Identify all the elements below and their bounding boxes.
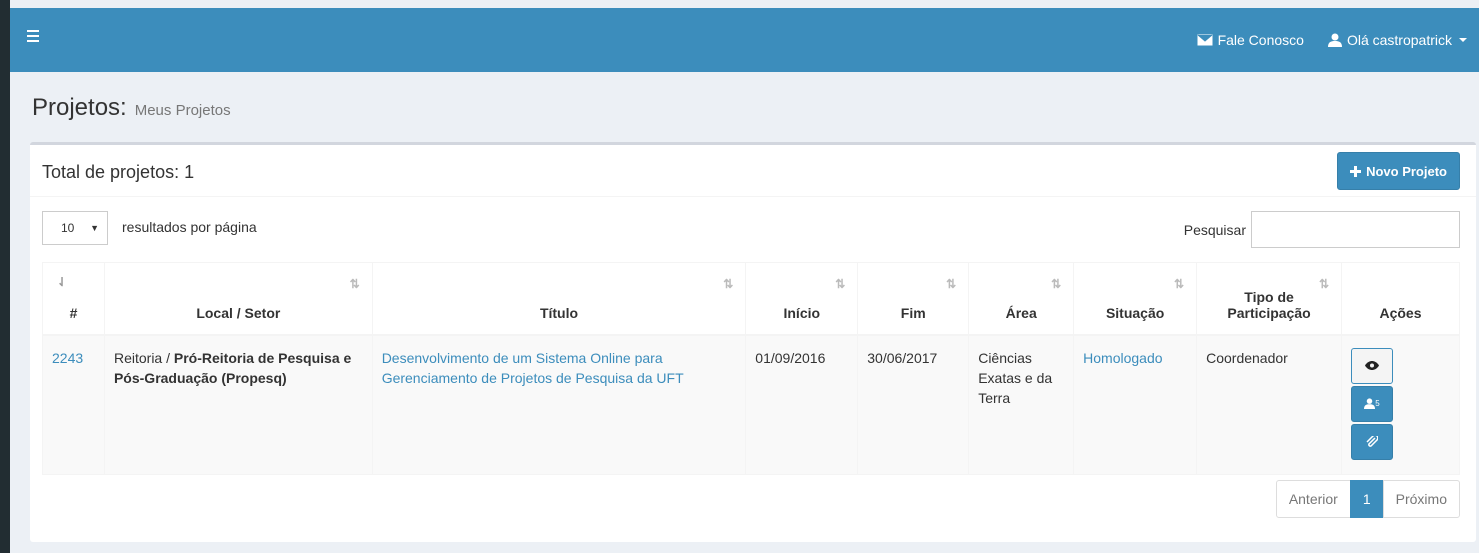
top-navbar: Fale Conosco Olá castropatrick	[10, 8, 1479, 72]
contact-link[interactable]: Fale Conosco	[1185, 32, 1316, 48]
col-header-titulo[interactable]: ⇅ Título	[371, 262, 747, 336]
cell-local: Reitoria / Pró-Reitoria de Pesquisa e Pó…	[103, 334, 373, 475]
sort-icon: ⇅	[349, 277, 360, 291]
view-button[interactable]	[1351, 347, 1394, 384]
pagination-next[interactable]: Próximo	[1382, 480, 1460, 518]
user-icon	[1327, 33, 1342, 47]
sort-icon: ⇅	[1051, 277, 1062, 291]
col-header-area[interactable]: ⇅ Área	[968, 262, 1075, 336]
sort-icon: ⇅	[1318, 277, 1330, 291]
search-label: Pesquisar	[1183, 222, 1246, 238]
col-header-local[interactable]: ⇅ Local / Setor	[103, 262, 373, 336]
table-row: 2243 Reitoria / Pró-Reitoria de Pesquisa…	[42, 334, 1460, 475]
cell-area: Ciências Exatas e da Terra	[968, 334, 1075, 475]
contact-label: Fale Conosco	[1217, 32, 1304, 48]
col-header-inicio[interactable]: ⇅ Início	[745, 262, 859, 336]
page-length-label: resultados por página	[122, 219, 257, 235]
cell-acoes: 5	[1341, 334, 1460, 475]
cell-inicio: 01/09/2016	[745, 334, 859, 475]
sort-desc-icon: ⇃	[57, 275, 68, 289]
eye-icon	[1365, 361, 1380, 370]
col-header-id[interactable]: ⇃ #	[42, 262, 105, 336]
user-icon	[1364, 398, 1376, 409]
page-subtitle: Meus Projetos	[134, 102, 231, 119]
sort-icon: ⇅	[723, 277, 734, 291]
project-id-link[interactable]: 2243	[52, 350, 83, 366]
menu-toggle-icon[interactable]	[27, 30, 41, 44]
status-link[interactable]: Homologado	[1083, 350, 1162, 366]
search-input[interactable]	[1251, 211, 1460, 248]
pagination-page-1[interactable]: 1	[1349, 480, 1384, 518]
cell-fim: 30/06/2017	[857, 334, 970, 475]
new-project-button[interactable]: Novo Projeto	[1337, 152, 1460, 190]
paperclip-icon	[1366, 435, 1379, 447]
page-length-value: 10	[61, 221, 75, 235]
cell-situacao: Homologado	[1073, 334, 1198, 475]
projects-box: Total de projetos: 1 Novo Projeto 10 ▼ r…	[30, 142, 1476, 542]
page-length-select[interactable]: 10 ▼	[42, 211, 108, 245]
project-title-link[interactable]: Desenvolvimento de um Sistema Online par…	[382, 350, 684, 386]
pagination-prev[interactable]: Anterior	[1275, 480, 1351, 518]
new-project-label: Novo Projeto	[1366, 163, 1447, 179]
box-header: Total de projetos: 1 Novo Projeto	[30, 145, 1476, 197]
user-menu[interactable]: Olá castropatrick	[1316, 32, 1479, 48]
dropdown-arrow-icon: ▼	[90, 223, 99, 233]
col-header-acoes: Ações	[1341, 262, 1460, 336]
table-header-row: ⇃ # ⇅ Local / Setor ⇅ Título ⇅ Início ⇅ Fim ⇅…	[42, 262, 1460, 336]
col-header-tipo[interactable]: ⇅ Tipo de Participação	[1196, 262, 1343, 336]
attachments-button[interactable]	[1351, 423, 1394, 460]
sort-icon: ⇅	[1174, 277, 1185, 291]
sidebar-edge	[0, 0, 10, 553]
projects-table: ⇃ # ⇅ Local / Setor ⇅ Título ⇅ Início ⇅ Fim ⇅…	[42, 262, 1460, 475]
plus-icon	[1350, 165, 1362, 177]
col-header-fim[interactable]: ⇅ Fim	[857, 262, 970, 336]
members-count: 5	[1375, 398, 1380, 408]
user-label: Olá castropatrick	[1346, 32, 1452, 48]
members-button[interactable]: 5	[1351, 385, 1394, 422]
cell-id: 2243	[42, 334, 105, 475]
envelope-icon	[1196, 34, 1213, 46]
chevron-down-icon	[1459, 38, 1467, 42]
sort-icon: ⇅	[946, 277, 957, 291]
page-header: Projetos: Meus Projetos	[32, 94, 231, 122]
sort-icon: ⇅	[835, 277, 846, 291]
total-projects-title: Total de projetos: 1	[42, 162, 195, 182]
col-header-situacao[interactable]: ⇅ Situação	[1073, 262, 1198, 336]
cell-tipo: Coordenador	[1196, 334, 1343, 475]
navbar-right: Fale Conosco Olá castropatrick	[1185, 8, 1479, 72]
page-title: Projetos:	[32, 94, 127, 121]
cell-titulo: Desenvolvimento de um Sistema Online par…	[371, 334, 747, 475]
pagination: Anterior 1 Próximo	[1275, 480, 1460, 518]
